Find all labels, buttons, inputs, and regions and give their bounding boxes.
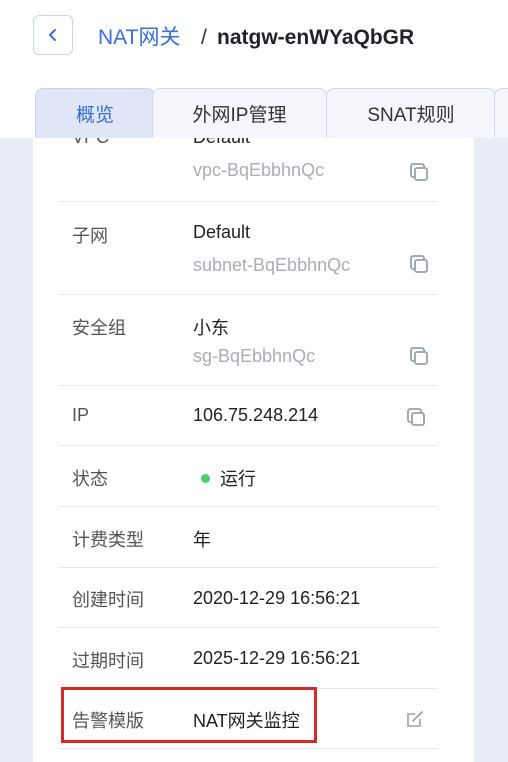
vpc-name: Default [193,138,250,148]
detail-row-vpc: VPC Default vpc-BqEbbhnQc [59,138,437,202]
breadcrumb-separator: / [201,26,207,49]
detail-row-status: 状态 运行 [59,446,437,507]
page-header: NAT网关 / natgw-enWYaQbGR 概览 外网IP管理 SNAT规则 [0,0,508,138]
vpc-label: VPC [72,138,109,148]
detail-row-created: 创建时间 2020-12-29 16:56:21 [59,568,437,628]
detail-row-ip: IP 106.75.248.214 [59,386,437,446]
billing-value: 年 [193,530,211,550]
created-time: 2020-12-29 16:56:21 [193,588,361,608]
copy-icon[interactable] [407,344,431,368]
detail-row-billing: 计费类型 年 [59,507,437,568]
tab-next-partial[interactable] [494,88,508,138]
created-label: 创建时间 [72,590,144,610]
detail-row-subnet: 子网 Default subnet-BqEbbhnQc [59,202,437,295]
breadcrumb-nat-gateway-link[interactable]: NAT网关 [98,24,180,52]
status-value: 运行 [201,465,256,491]
status-running-dot [201,473,210,483]
expires-label: 过期时间 [72,651,144,671]
security-group-label: 安全组 [72,318,126,338]
vpc-id: vpc-BqEbbhnQc [193,160,325,180]
chevron-left-icon [49,29,56,41]
tab-eip-management[interactable]: 外网IP管理 [152,88,327,138]
subnet-id: subnet-BqEbbhnQc [193,255,351,275]
page-title: natgw-enWYaQbGR [217,26,415,49]
billing-label: 计费类型 [72,530,144,550]
tab-snat-rules[interactable]: SNAT规则 [326,88,496,138]
alarm-template-highlight-box [61,687,317,743]
status-label: 状态 [72,469,108,489]
security-group-name: 小东 [193,318,229,338]
security-group-id: sg-BqEbbhnQc [193,346,316,366]
edit-icon[interactable] [403,707,427,731]
detail-row-security-group: 安全组 小东 sg-BqEbbhnQc [59,295,437,386]
details-card: VPC Default vpc-BqEbbhnQc 子网 Default sub… [33,138,474,762]
back-button[interactable] [33,15,73,55]
expires-time: 2025-12-29 16:56:21 [193,648,361,668]
copy-icon[interactable] [407,252,431,276]
status-text: 运行 [220,469,256,489]
tab-overview[interactable]: 概览 [35,88,155,138]
subnet-name: Default [193,222,251,242]
copy-icon[interactable] [407,160,431,184]
ip-label: IP [72,405,90,425]
copy-icon[interactable] [404,405,428,429]
subnet-label: 子网 [72,226,108,246]
ip-address: 106.75.248.214 [193,405,319,425]
detail-row-expires: 过期时间 2025-12-29 16:56:21 [59,628,437,689]
